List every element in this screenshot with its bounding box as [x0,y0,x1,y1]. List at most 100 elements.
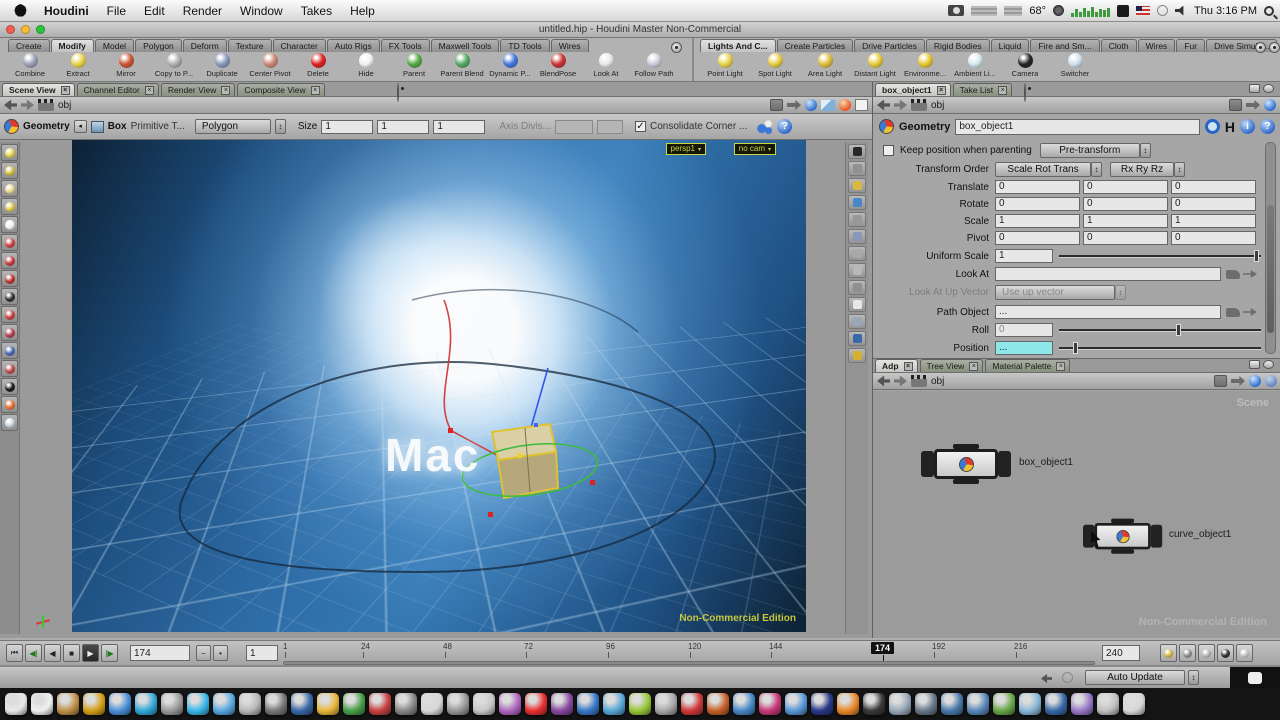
dock-app-icon[interactable] [941,693,963,715]
uniform-scale-slider[interactable] [1059,249,1261,263]
rotate-order-spinner-icon[interactable] [1174,162,1185,177]
viewport-tool-button[interactable] [1,198,18,215]
viewport-tool-button[interactable] [1,360,18,377]
update-mode-spinner-icon[interactable] [1188,670,1199,685]
screen-recorder-icon[interactable] [948,5,964,16]
value-field-x[interactable]: 0 [995,231,1080,245]
dock-app-icon[interactable] [317,693,339,715]
select-node-icon[interactable] [1205,119,1220,134]
pane-menu-icon[interactable] [1263,84,1274,93]
pane-tab[interactable]: Channel Editor [77,83,159,96]
value-field-y[interactable]: 0 [1083,197,1168,211]
close-tab-icon[interactable] [221,86,230,95]
rotate-order-select[interactable]: Rx Ry Rz [1110,162,1174,177]
dock-app-icon[interactable] [135,693,157,715]
value-field-x[interactable]: 0 [995,197,1080,211]
viewport-tool-button[interactable] [1,162,18,179]
spotlight-search-icon[interactable] [1264,6,1274,16]
shelf-tool[interactable]: Distant Light [850,52,900,81]
display-option-button[interactable] [848,212,866,227]
roll-field[interactable]: 0 [995,323,1053,337]
shelf-menu-icon[interactable] [1269,42,1280,53]
dock-app-icon[interactable] [395,693,417,715]
network-path[interactable]: obj [931,376,944,387]
dock-app-icon[interactable] [187,693,209,715]
layout-cube-icon[interactable] [821,100,835,111]
display-option-button[interactable] [848,144,866,159]
apple-menu-icon[interactable] [14,4,27,17]
go-to-start-button[interactable]: ⏮ [6,644,23,662]
help-icon[interactable] [777,119,792,134]
path-dropdown-icon[interactable] [770,99,783,111]
forward-icon[interactable] [21,100,34,111]
camera-menu-badge[interactable]: persp1 [666,143,706,155]
value-field-z[interactable]: 0 [1171,231,1256,245]
value-field-x[interactable]: 1 [995,214,1080,228]
shelf-tab[interactable]: Rigid Bodies [926,39,990,52]
pane-tab[interactable]: Material Palette [985,359,1070,372]
viewport-tool-button[interactable] [1,252,18,269]
close-tab-icon[interactable] [1056,362,1065,371]
back-icon[interactable] [4,100,17,111]
shelf-tool[interactable]: Copy to P... [150,52,198,81]
node-body[interactable] [1094,523,1150,549]
pane-tab[interactable]: box_object1 [875,83,951,96]
path-dropdown-icon[interactable] [1214,375,1227,387]
forward-icon[interactable] [894,100,907,111]
shelf-tool[interactable]: Area Light [800,52,850,81]
shelf-tool[interactable]: Hide [342,52,390,81]
dock-app-icon[interactable] [1123,693,1145,715]
dock-app-icon[interactable] [499,693,521,715]
dock-app-icon[interactable] [473,693,495,715]
dock-app-icon[interactable] [915,693,937,715]
no-cam-badge[interactable]: no cam [734,143,776,155]
slider-handle[interactable] [1073,342,1078,354]
pretransform-menu[interactable]: Pre-transform [1040,143,1140,158]
slider-handle[interactable] [1254,250,1259,262]
dock-app-icon[interactable] [369,693,391,715]
network-path[interactable]: obj [58,100,71,111]
size-z-field[interactable] [433,120,485,134]
input-language-flag-icon[interactable] [1136,6,1150,15]
display-option-button[interactable] [848,161,866,176]
shelf-tool[interactable]: Switcher [1050,52,1100,81]
dock-app-icon[interactable] [1097,693,1119,715]
shelf-tab[interactable]: Texture [228,39,272,52]
points-display-icon[interactable] [757,119,773,135]
shelf-tool[interactable]: Point Light [700,52,750,81]
dock-app-icon[interactable] [811,693,833,715]
display-option-button[interactable] [848,246,866,261]
consolidate-checkbox[interactable] [635,121,646,132]
close-tab-icon[interactable] [998,86,1007,95]
volume-icon[interactable] [1175,6,1187,16]
pane-tab[interactable]: Scene View [2,83,75,96]
forward-icon[interactable] [894,376,907,387]
app-status-icon[interactable] [1117,5,1129,17]
update-mode-select[interactable]: Auto Update [1085,670,1185,685]
range-start-field[interactable] [246,645,278,661]
loop-mode-button[interactable] [1198,644,1215,662]
viewport-tool-button[interactable] [1,378,18,395]
shelf-tab[interactable]: Lights And C... [700,39,776,52]
node-flag-right[interactable] [1151,525,1162,548]
menu-item[interactable]: Render [174,0,231,22]
context-label[interactable]: Geometry [23,121,70,132]
display-option-button[interactable] [848,331,866,346]
shelf-tool[interactable]: Follow Path [630,52,678,81]
dock-app-icon[interactable] [421,693,443,715]
close-tab-icon[interactable] [145,86,154,95]
link-pane-icon[interactable] [787,100,801,110]
shelf-tool[interactable]: Spot Light [750,52,800,81]
value-field-x[interactable]: 0 [995,180,1080,194]
dock-app-icon[interactable] [759,693,781,715]
cpu-meter-icon[interactable] [1071,5,1110,17]
dock-app-icon[interactable] [603,693,625,715]
shelf-tool[interactable]: Delete [294,52,342,81]
viewport-render[interactable]: Mac persp1 no cam Non-Commercial Edition [72,140,806,632]
viewport-tool-button[interactable] [1,342,18,359]
menu-item[interactable]: Houdini [35,0,98,22]
shelf-tab[interactable]: Maxwell Tools [431,39,500,52]
shelf-tab[interactable]: Wires [551,39,589,52]
pane-menu-icon[interactable] [1263,360,1274,369]
shelf-tool[interactable]: BlendPose [534,52,582,81]
